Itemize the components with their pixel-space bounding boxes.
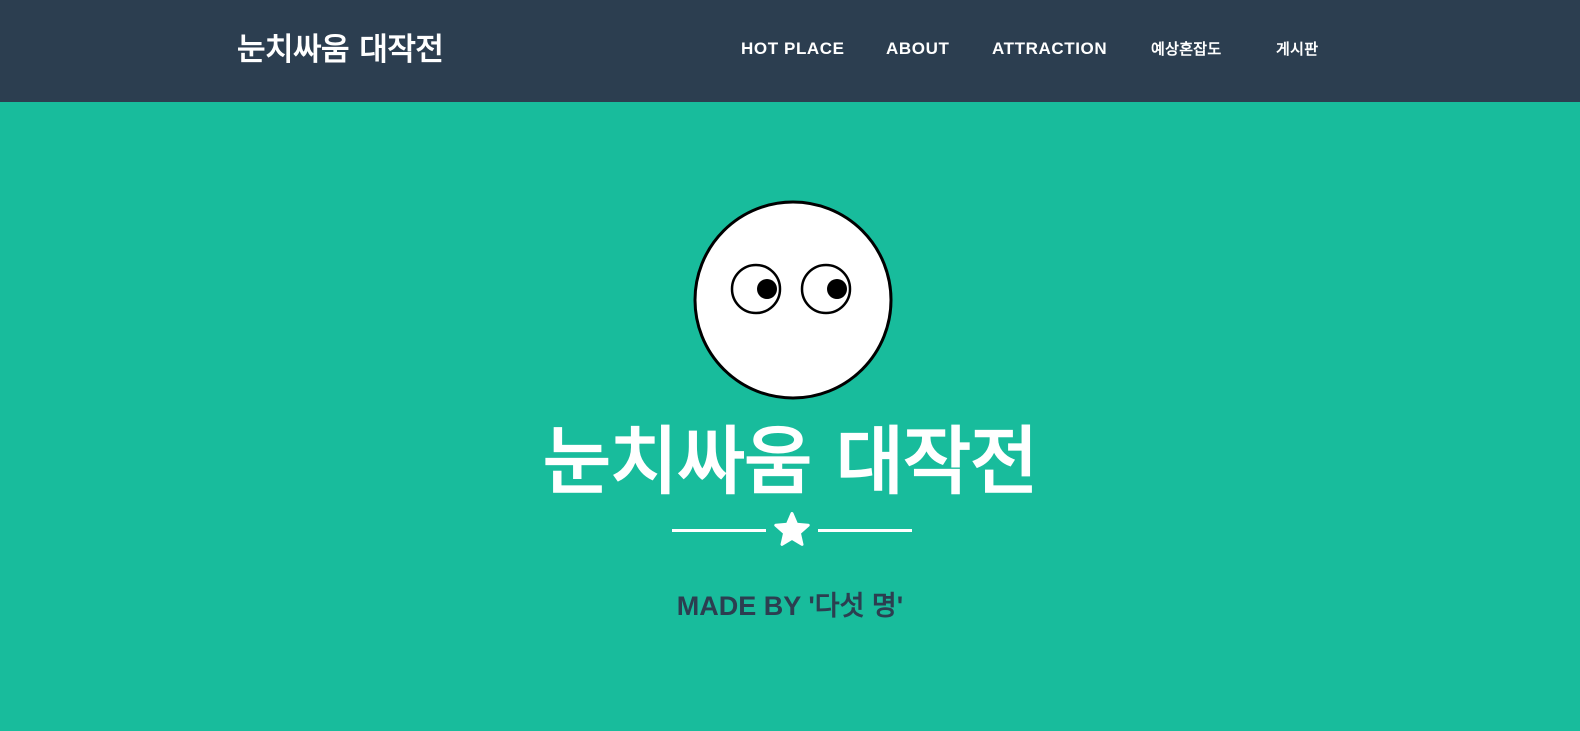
hero-title: 눈치싸움 대작전 — [542, 419, 1038, 505]
nav-item-hot-place[interactable]: HOT PLACE — [741, 36, 845, 62]
main-nav: HOT PLACE ABOUT ATTRACTION 예상혼잡도 게시판 — [0, 36, 1580, 62]
nav-item-attraction[interactable]: ATTRACTION — [992, 36, 1107, 62]
nav-item-congestion-forecast[interactable]: 예상혼잡도 — [1151, 36, 1222, 62]
navbar: 눈치싸움 대작전 HOT PLACE ABOUT ATTRACTION 예상혼잡… — [0, 0, 1580, 102]
star-divider — [672, 512, 912, 548]
divider-line-left — [672, 529, 766, 532]
nav-item-board[interactable]: 게시판 — [1276, 36, 1318, 62]
hero-subtitle: MADE BY '다섯 명' — [676, 591, 904, 621]
googly-eyes-face-icon — [693, 200, 893, 400]
nav-item-about[interactable]: ABOUT — [886, 36, 949, 62]
star-icon — [774, 512, 810, 546]
hero-section: 눈치싸움 대작전 MADE BY '다섯 명' — [0, 102, 1580, 731]
divider-line-right — [818, 529, 912, 532]
